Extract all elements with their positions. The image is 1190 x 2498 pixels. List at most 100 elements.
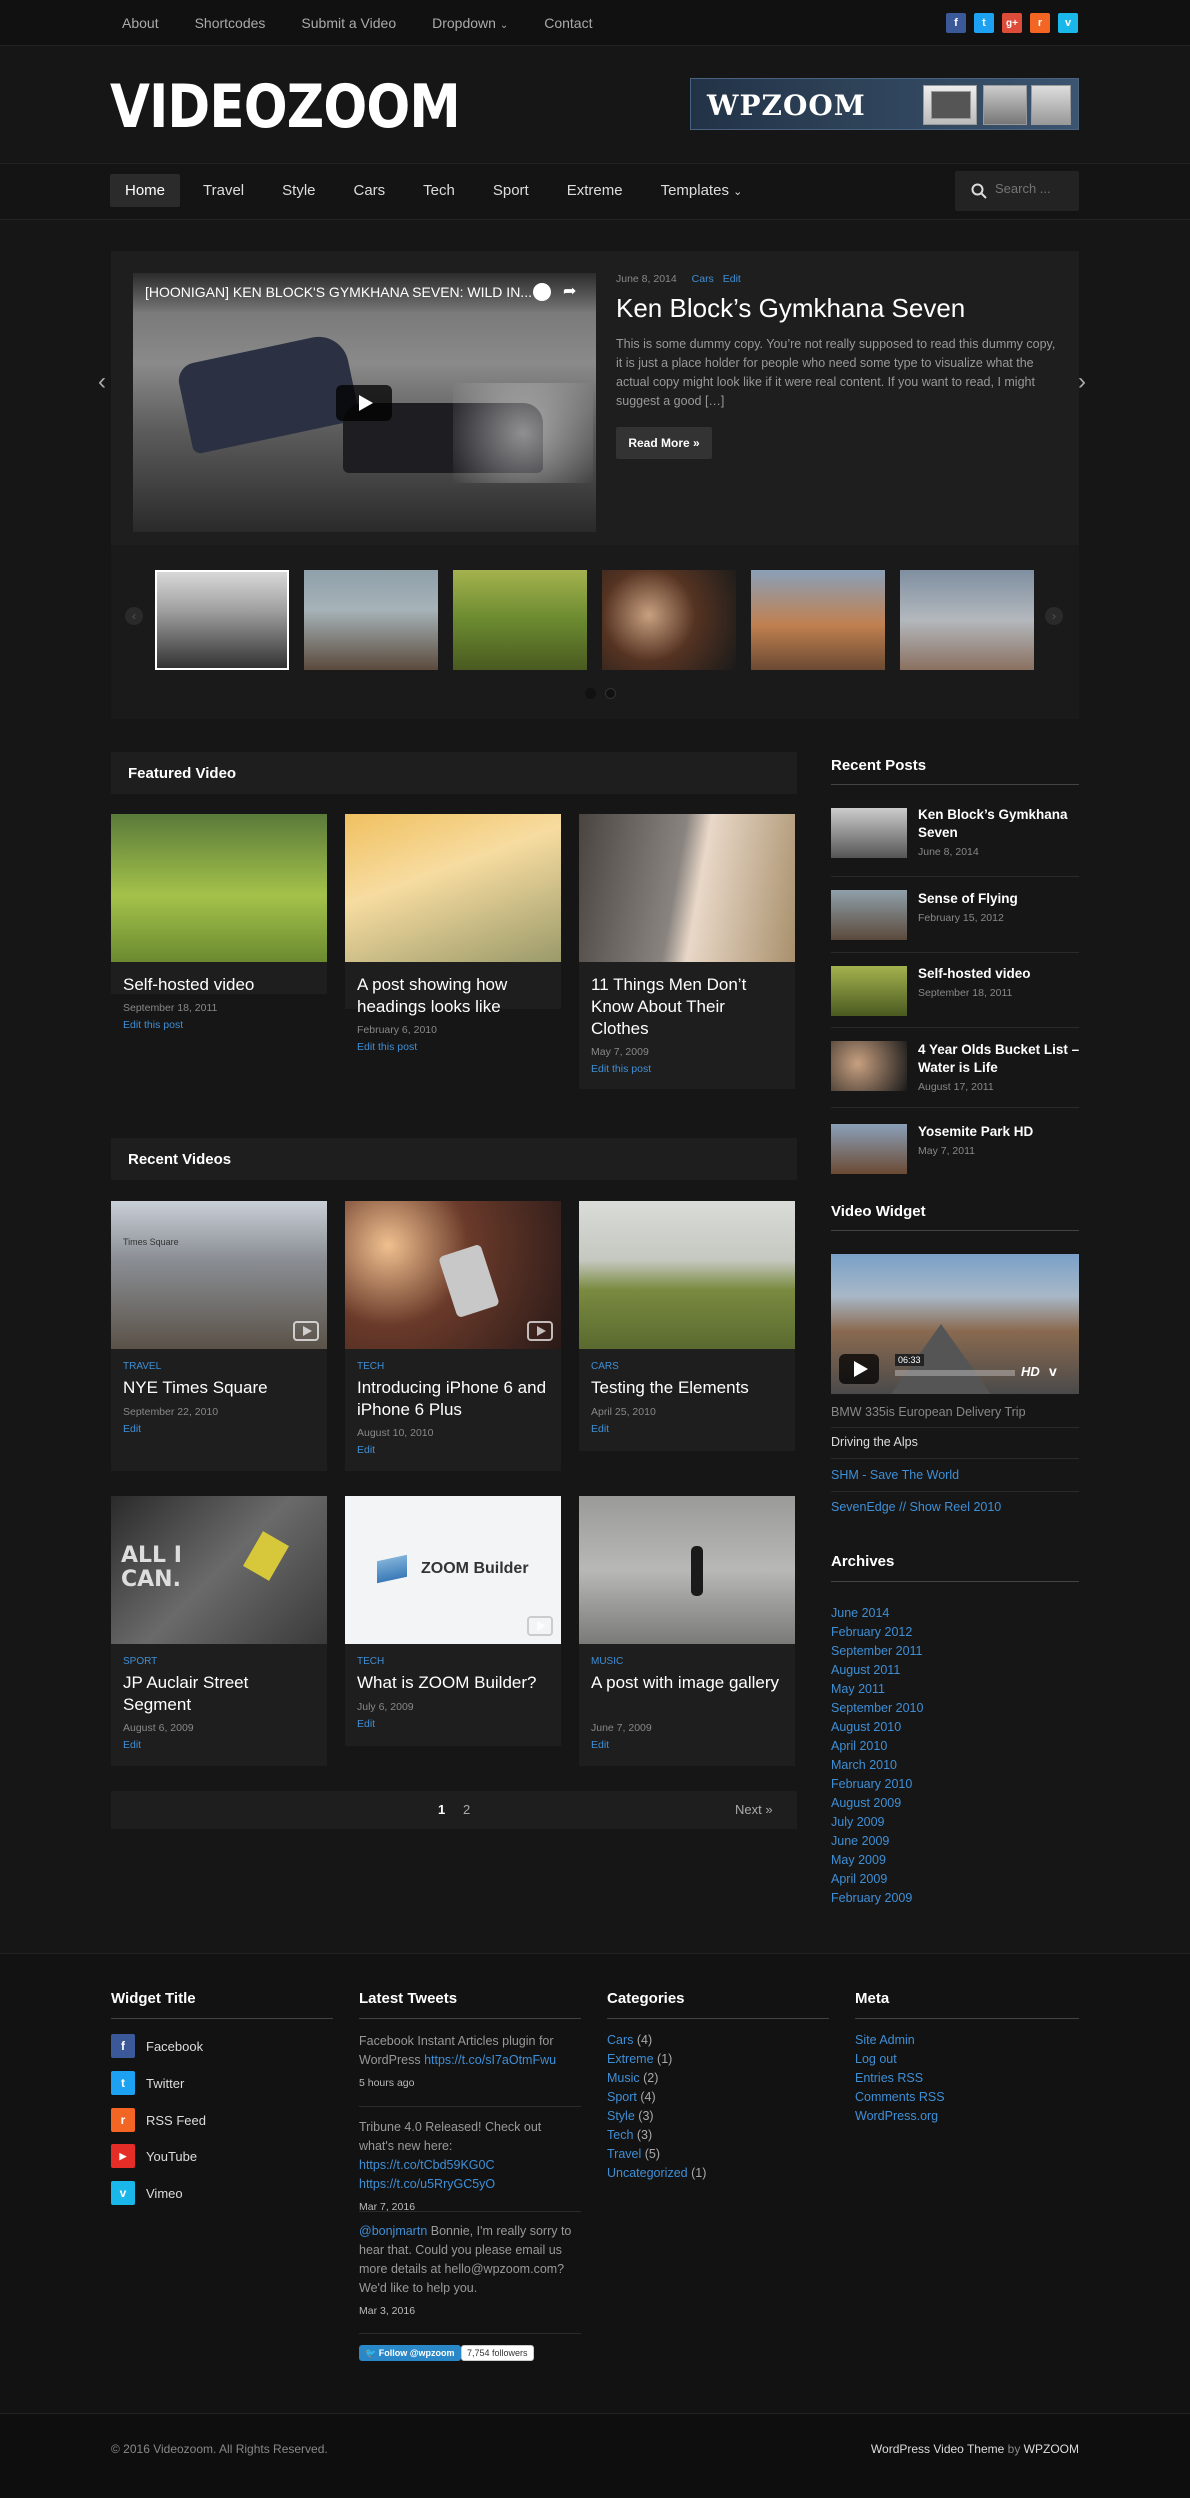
tweet-time[interactable]: Mar 7, 2016 (359, 2198, 579, 2217)
archive-link[interactable]: August 2009 (831, 1796, 901, 1810)
card-image[interactable] (111, 814, 327, 962)
thumb-prev-arrow[interactable]: ‹ (125, 607, 143, 625)
meta-link[interactable]: WordPress.org (855, 2109, 938, 2123)
category-link[interactable]: Uncategorized (607, 2166, 688, 2180)
page-2[interactable]: 2 (463, 1802, 470, 1817)
page-1[interactable]: 1 (438, 1802, 445, 1817)
tweet-link[interactable]: https://t.co/tCbd59KG0C https://t.co/u5R… (359, 2158, 495, 2191)
card-image[interactable] (579, 1201, 795, 1349)
footer-social-rss[interactable]: r RSS Feed (111, 2108, 206, 2132)
topnav-shortcodes[interactable]: Shortcodes (177, 15, 284, 31)
featured-card[interactable]: Self-hosted video (111, 814, 327, 994)
card-title[interactable]: Self-hosted video (123, 974, 318, 996)
card-edit-link[interactable]: Edit (591, 1739, 609, 1751)
recent-post-title[interactable]: Ken Block’s Gymkhana Seven (918, 806, 1083, 842)
video-card[interactable]: Tech Introducing iPhone 6 and iPhone 6 P… (345, 1201, 561, 1471)
video-widget-link[interactable]: Driving the Alps (831, 1435, 918, 1449)
nav-tech[interactable]: Tech (408, 174, 470, 207)
category-link[interactable]: Style (607, 2109, 635, 2123)
video-card[interactable]: ALL I CAN. Sport JP Auclair Street Segme… (111, 1496, 327, 1766)
card-title[interactable]: NYE Times Square (123, 1377, 318, 1399)
topnav-dropdown[interactable]: Dropdown ⌄ (414, 15, 526, 31)
slider-thumb[interactable] (155, 570, 289, 670)
archive-link[interactable]: May 2009 (831, 1853, 886, 1867)
wpzoom-link[interactable]: WPZOOM (1024, 2442, 1079, 2456)
video-card[interactable]: Times Square Travel NYE Times Square Sep… (111, 1201, 327, 1471)
category-link[interactable]: Cars (607, 2033, 633, 2047)
card-title[interactable]: A post with image gallery (591, 1672, 786, 1694)
card-edit-link[interactable]: Edit this post (357, 1041, 417, 1053)
category-link[interactable]: Tech (607, 2128, 633, 2142)
card-image[interactable] (579, 1496, 795, 1644)
header-banner-ad[interactable]: WPZOOM (690, 78, 1079, 130)
slider-thumb[interactable] (900, 570, 1034, 670)
nav-travel[interactable]: Travel (188, 174, 259, 207)
recent-post-title[interactable]: Sense of Flying (918, 890, 1083, 908)
card-title[interactable]: JP Auclair Street Segment (123, 1672, 318, 1716)
follow-button[interactable]: 🐦 Follow @wpzoom (359, 2345, 461, 2361)
archive-link[interactable]: September 2011 (831, 1644, 923, 1658)
site-logo[interactable]: VIDEOZOOM (110, 72, 461, 142)
play-button[interactable] (839, 1354, 879, 1384)
featured-card[interactable]: A post showing how headings looks like (345, 814, 561, 1016)
twitter-icon[interactable]: t (974, 13, 994, 33)
archive-link[interactable]: August 2010 (831, 1720, 901, 1734)
video-widget-player[interactable]: 06:33 HD v (831, 1254, 1079, 1394)
recent-post-title[interactable]: 4 Year Olds Bucket List – Water is Life (918, 1041, 1083, 1077)
recent-post-thumb[interactable] (831, 808, 907, 858)
google-plus-icon[interactable]: g+ (1002, 13, 1022, 33)
facebook-icon[interactable]: f (946, 13, 966, 33)
card-image[interactable] (345, 814, 561, 962)
meta-link[interactable]: Log out (855, 2052, 897, 2066)
slider-thumb[interactable] (304, 570, 438, 670)
video-widget-link[interactable]: SevenEdge // Show Reel 2010 (831, 1500, 1001, 1514)
card-image[interactable]: Times Square (111, 1201, 327, 1349)
slide-video-player[interactable]: [HOONIGAN] KEN BLOCK'S GYMKHANA SEVEN: W… (133, 273, 596, 532)
video-card[interactable]: Music A post with image gallery June 7, … (579, 1496, 795, 1766)
card-category[interactable]: Travel (123, 1361, 161, 1372)
slider-dot-active[interactable] (585, 688, 596, 699)
card-edit-link[interactable]: Edit (123, 1739, 141, 1751)
hd-icon[interactable]: HD (1021, 1364, 1040, 1379)
card-category[interactable]: Music (591, 1656, 623, 1667)
nav-templates[interactable]: Templates ⌄ (646, 174, 758, 207)
nav-cars[interactable]: Cars (339, 174, 401, 207)
next-page-link[interactable]: Next » (735, 1802, 773, 1817)
recent-post-thumb[interactable] (831, 890, 907, 940)
read-more-button[interactable]: Read More » (616, 427, 712, 459)
card-title[interactable]: Testing the Elements (591, 1377, 786, 1399)
card-edit-link[interactable]: Edit (123, 1423, 141, 1435)
footer-social-twitter[interactable]: t Twitter (111, 2071, 184, 2095)
meta-link[interactable]: Comments RSS (855, 2090, 945, 2104)
recent-post-title[interactable]: Yosemite Park HD (918, 1123, 1083, 1141)
topnav-about[interactable]: About (104, 15, 177, 31)
video-card[interactable]: ZOOM Builder Tech What is ZOOM Builder? … (345, 1496, 561, 1746)
recent-post-thumb[interactable] (831, 966, 907, 1016)
video-widget-link[interactable]: SHM - Save The World (831, 1468, 959, 1482)
tweet-link[interactable]: https://t.co/sI7aOtmFwu (424, 2053, 556, 2067)
archive-link[interactable]: April 2010 (831, 1739, 887, 1753)
slider-thumb[interactable] (751, 570, 885, 670)
category-link[interactable]: Extreme (607, 2052, 654, 2066)
card-category[interactable]: Sport (123, 1656, 157, 1667)
recent-post-thumb[interactable] (831, 1124, 907, 1174)
slide-title[interactable]: Ken Block’s Gymkhana Seven (616, 293, 965, 324)
archive-link[interactable]: September 2010 (831, 1701, 923, 1715)
slide-edit[interactable]: Edit (723, 273, 741, 285)
slide-category[interactable]: Cars (692, 273, 714, 285)
category-link[interactable]: Travel (607, 2147, 641, 2161)
card-category[interactable]: Cars (591, 1361, 619, 1372)
meta-link[interactable]: Site Admin (855, 2033, 915, 2047)
archive-link[interactable]: July 2009 (831, 1815, 885, 1829)
slider-dot[interactable] (605, 688, 616, 699)
thumb-next-arrow[interactable]: › (1045, 607, 1063, 625)
slider-thumb[interactable] (602, 570, 736, 670)
archive-link[interactable]: February 2010 (831, 1777, 912, 1791)
play-button[interactable] (336, 385, 392, 421)
footer-social-facebook[interactable]: f Facebook (111, 2034, 203, 2058)
footer-social-youtube[interactable]: ▶ YouTube (111, 2144, 197, 2168)
card-image[interactable] (579, 814, 795, 962)
category-link[interactable]: Music (607, 2071, 640, 2085)
theme-credit-link[interactable]: WordPress Video Theme (871, 2442, 1004, 2456)
card-title[interactable]: What is ZOOM Builder? (357, 1672, 552, 1694)
